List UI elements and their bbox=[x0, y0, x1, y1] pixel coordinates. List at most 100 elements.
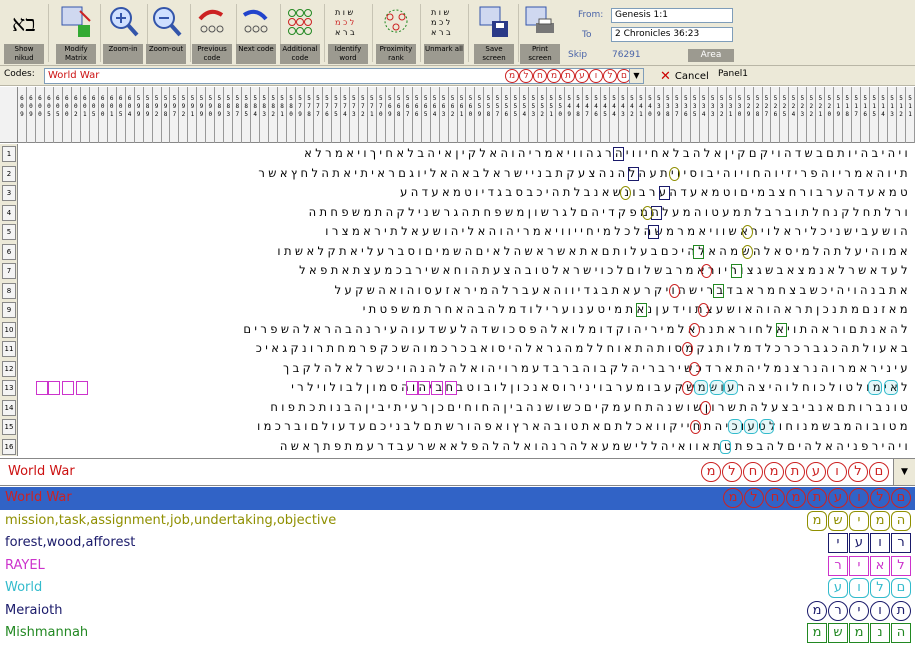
row-number[interactable]: 3 bbox=[2, 185, 16, 201]
matrix-row-text[interactable]: עיניראמרוהנרצנמליהתארדכשירבריהלקבוהברבדע… bbox=[22, 359, 911, 379]
term-label: mission,task,assignment,job,undertaking,… bbox=[5, 512, 337, 528]
toolbar-button-identify-word[interactable]: ש ו תל כ מב ר א Identify word bbox=[328, 2, 368, 64]
matrix-row-text[interactable]: לעדאשרלאנמצאבשגצוריוראמרבשלוםלכוישראלטוב… bbox=[22, 261, 911, 281]
row-number[interactable]: 14 bbox=[2, 399, 16, 416]
term-list-item[interactable]: forest,wood,afforest י ע ו ר bbox=[0, 532, 915, 555]
toolbar-button-save-screen[interactable]: Save screen bbox=[474, 2, 514, 64]
column-number: 5 4 9 bbox=[565, 87, 575, 143]
toolbar-button-next-code[interactable]: Next code bbox=[236, 2, 276, 64]
close-icon: ✕ bbox=[660, 68, 671, 84]
term-combobox[interactable]: World War מלחמתעולם ▼ bbox=[0, 458, 915, 486]
term-list-item[interactable]: RAYEL ר י א ל bbox=[0, 555, 915, 578]
to-field[interactable]: 2 Chronicles 36:23 bbox=[611, 27, 733, 42]
chevron-down-icon[interactable]: ▼ bbox=[893, 459, 915, 485]
matrix-row: תיוהאמריוהפריזיוהחויוהיבוסיויתעהלהנהצעקת… bbox=[18, 164, 915, 184]
term-list-item[interactable]: World ע ו ל ם bbox=[0, 577, 915, 600]
matrix-row-text[interactable]: מטובוהמבשמנוחולטעוכיהתחייקוואכלתםאתטובהא… bbox=[22, 417, 911, 437]
area-button[interactable]: Area bbox=[688, 49, 734, 62]
matrix-row: עיניראמרוהנרצנמליהתארדכשירבריהלקבוהברבדע… bbox=[18, 359, 915, 379]
matrix-row: הושעבישניכליראלויראשוויאמרמשהלכלמיחייווי… bbox=[18, 222, 915, 242]
column-number: 5 6 4 bbox=[431, 87, 440, 143]
toolbar-button-previous-code[interactable]: Previous code bbox=[192, 2, 232, 64]
to-label: To bbox=[582, 30, 592, 40]
matrix-row-text[interactable]: אתבנהויהיכשבצחמראבדברישהויקרעאתבגדיווהאע… bbox=[22, 281, 911, 301]
toolbar-separator bbox=[100, 4, 101, 62]
term-glyph: מ bbox=[807, 510, 827, 531]
term-glyph: ם bbox=[869, 462, 889, 482]
row-number[interactable]: 4 bbox=[2, 204, 16, 221]
row-number[interactable]: 9 bbox=[2, 302, 16, 318]
toolbar-button-modify-matrix[interactable]: Modify Matrix bbox=[56, 2, 96, 64]
toolbar-button-additional-code[interactable]: Additional code bbox=[280, 2, 320, 64]
identify-word-icon: ש ו תל כ מב ר א bbox=[332, 5, 364, 41]
previous-code-icon bbox=[196, 5, 228, 41]
term-glyph: ע bbox=[806, 462, 826, 482]
matrix-row-text[interactable]: טמאעדהערבורחצבמיםוטמאעדהערבונשאנבלתהיכבס… bbox=[22, 183, 911, 203]
matrix-row-text[interactable]: תיוהאמריוהפריזיוהחויוהיבוסיויתעהלהנהצעקת… bbox=[22, 164, 911, 184]
row-number[interactable]: 6 bbox=[2, 243, 16, 260]
row-number[interactable]: 11 bbox=[2, 341, 16, 357]
term-list-item[interactable]: mission,task,assignment,job,undertaking,… bbox=[0, 510, 915, 533]
codes-combobox[interactable]: World War מלחמתעולם ▼ bbox=[44, 68, 644, 84]
row-number[interactable]: 12 bbox=[2, 360, 16, 377]
toolbar-button-proximity-rank[interactable]: Proximity rank bbox=[376, 2, 416, 64]
matrix-row-text[interactable]: ויהיבהיותםבשדהויקםקיןאלהבלאחיוויהרגהוויא… bbox=[22, 144, 911, 164]
from-field[interactable]: Genesis 1:1 bbox=[611, 8, 733, 23]
term-glyph: י bbox=[849, 510, 869, 531]
column-number: 5 3 5 bbox=[691, 87, 700, 143]
column-number: 5 2 3 bbox=[798, 87, 808, 143]
row-number[interactable]: 15 bbox=[2, 419, 16, 435]
matrix-row-text[interactable]: אמוהיעלתהלמיסאלהשמהאלהיכםבעלותםאתאשראשהל… bbox=[22, 242, 911, 262]
chevron-down-icon[interactable]: ▼ bbox=[629, 69, 643, 83]
toolbar-button-zoom-out[interactable]: Zoom-out bbox=[146, 2, 186, 64]
matrix-row-text[interactable]: טונברותםאנביבצעלהתשרוןשושנהתחעמקיםכשושנה… bbox=[22, 398, 911, 418]
matrix-row-text[interactable]: ויהירפניהאלהיםלהבפתטתאוואיהללישמעאלהרנהו… bbox=[22, 437, 911, 457]
column-number: 5 8 2 bbox=[269, 87, 279, 143]
code-marker bbox=[406, 381, 418, 395]
code-marker bbox=[76, 381, 88, 395]
row-number[interactable]: 10 bbox=[2, 321, 16, 338]
term-glyph: ע bbox=[849, 533, 869, 553]
matrix-row-text[interactable]: מאזנםמתנכןתראהוהאושעצתוידעןנאתמיטענועריל… bbox=[22, 300, 911, 320]
row-number[interactable]: 7 bbox=[2, 263, 16, 279]
term-list-item[interactable]: Mishmannah מ ש מ נ ה bbox=[0, 622, 915, 645]
matrix-row-text[interactable]: ורלתחלקנחלתוברבלתמעטוהמעלהמפקדיהםלגרשוןמ… bbox=[22, 203, 911, 223]
code-marker bbox=[669, 166, 680, 181]
toolbar-button-show-nikud[interactable]: באָ Show nikud bbox=[4, 2, 44, 64]
row-number[interactable]: 8 bbox=[2, 282, 16, 299]
term-list-item[interactable]: Meraioth מ ר י ו ת bbox=[0, 600, 915, 623]
row-number[interactable]: 13 bbox=[2, 380, 16, 396]
term-glyph: ה bbox=[891, 510, 911, 531]
row-numbers: 1 2 3 4 5 6 7 8 9 10 11 12 13 14 15 16 bbox=[0, 144, 18, 456]
matrix-row-text[interactable]: לאימולטולכוחלוהיצהרעושמשקעבומערבוינירוסא… bbox=[22, 378, 911, 398]
matrix-row-text[interactable]: הושעבישניכליראלויראשוויאמרמשהלכלמיחייווי… bbox=[22, 222, 911, 242]
term-glyph: א bbox=[870, 555, 890, 576]
row-number[interactable]: 5 bbox=[2, 224, 16, 240]
column-number: 5 4 1 bbox=[637, 87, 646, 143]
row-number[interactable]: 16 bbox=[2, 438, 16, 455]
column-number: 6 0 9 bbox=[18, 87, 27, 143]
term-glyphs: משימה bbox=[807, 510, 911, 531]
row-number[interactable]: 1 bbox=[2, 146, 16, 162]
column-number: 5 4 8 bbox=[574, 87, 584, 143]
toolbar-button-zoom-in[interactable]: Zoom-in bbox=[103, 2, 143, 64]
letter-matrix[interactable]: ויהיבהיותםבשדהויקםקיןאלהבלאחיוויהרגהוויא… bbox=[18, 144, 915, 456]
row-number[interactable]: 2 bbox=[2, 165, 16, 182]
matrix-row-text[interactable]: באעולתהכגברכרכלדמלותגקמסותהתאוחללמהגראלה… bbox=[22, 339, 911, 359]
column-number: 6 0 5 bbox=[117, 87, 126, 143]
code-letter: ל bbox=[519, 69, 533, 83]
toolbar-separator bbox=[372, 4, 373, 62]
term-glyph: נ bbox=[870, 623, 890, 643]
term-list-item[interactable]: World War מ ל ח מ ת ע ו ל ם bbox=[0, 487, 915, 510]
toolbar-button-unmark-all[interactable]: ש ו תל כ מב ר א Unmark all bbox=[424, 2, 464, 64]
column-number: 5 9 2 bbox=[153, 87, 162, 143]
column-number: 5 7 0 bbox=[377, 87, 386, 143]
column-number: 5 6 3 bbox=[440, 87, 449, 143]
toolbar-button-print-screen[interactable]: Print screen bbox=[520, 2, 560, 64]
cancel-button[interactable]: ✕ Cancel bbox=[660, 68, 709, 84]
code-marker bbox=[742, 244, 753, 259]
term-glyph: ש bbox=[828, 623, 848, 643]
save-screen-icon bbox=[478, 5, 510, 41]
matrix-row: אתבנהויהיכשבצחמראבדברישהויקרעאתבגדיווהאע… bbox=[18, 281, 915, 301]
matrix-row: ויהירפניהאלהיםלהבפתטתאוואיהללישמעאלהרנהו… bbox=[18, 437, 915, 457]
